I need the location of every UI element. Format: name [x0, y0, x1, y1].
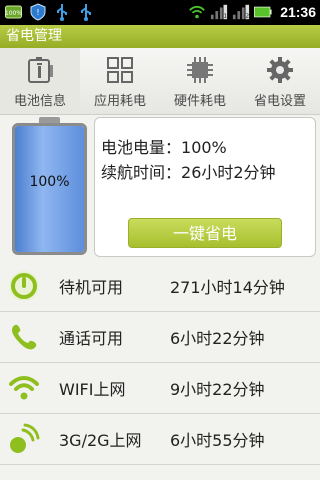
- status-bar: 100% ! 1 2 21:36: [0, 0, 320, 25]
- battery-level-value: 100%: [181, 138, 227, 157]
- item-label: WIFI上网: [59, 380, 126, 399]
- svg-text:1: 1: [224, 13, 227, 19]
- item-value: 6小时55分钟: [170, 431, 265, 450]
- tab-label: 硬件耗电: [173, 94, 226, 109]
- tab-app-usage[interactable]: 应用耗电: [80, 48, 160, 114]
- battery-percent: 100%: [29, 174, 70, 190]
- usb-icon: [77, 3, 95, 21]
- battery-level-label: 电池电量：: [101, 138, 182, 157]
- apps-grid-icon: [104, 54, 136, 86]
- signal-2-icon: 2: [232, 3, 250, 21]
- battery-info-icon: [24, 54, 56, 86]
- status-right-icons: 1 2 21:36: [188, 3, 316, 21]
- tab-battery-info[interactable]: 电池信息: [0, 48, 80, 114]
- item-label: 通话可用: [59, 329, 124, 348]
- usb-icon: [53, 3, 71, 21]
- phone-icon: [6, 319, 42, 355]
- battery-icon: [254, 3, 272, 21]
- item-label: 待机可用: [59, 278, 124, 297]
- status-left-icons: 100% !: [5, 3, 95, 21]
- list-item-mobile-data: 3G/2G上网 6小时55分钟: [0, 414, 320, 465]
- item-value: 6小时22分钟: [170, 329, 265, 348]
- item-value: 271小时14分钟: [170, 278, 285, 297]
- tab-label: 应用耗电: [93, 94, 146, 109]
- battery-level-row: 电池电量：100%: [101, 134, 227, 158]
- battery-body: 100%: [12, 123, 87, 255]
- battery-info-card: 电池电量：100% 续航时间：26小时2分钟 一键省电: [94, 117, 316, 257]
- item-label: 3G/2G上网: [59, 431, 142, 450]
- wifi-icon: [6, 370, 42, 406]
- status-time: 21:36: [280, 4, 316, 20]
- battery-time-label: 续航时间：: [101, 163, 182, 182]
- list-item-call: 通话可用 6小时22分钟: [0, 312, 320, 363]
- battery-time-row: 续航时间：26小时2分钟: [101, 159, 276, 183]
- svg-text:2: 2: [246, 13, 249, 19]
- tab-power-settings[interactable]: 省电设置: [240, 48, 320, 114]
- gear-icon: [264, 54, 296, 86]
- tab-hardware-usage[interactable]: 硬件耗电: [160, 48, 240, 114]
- app-title: 省电管理: [0, 25, 320, 48]
- tab-label: 省电设置: [253, 94, 306, 109]
- tab-label: 电池信息: [13, 94, 66, 109]
- battery-graphic: 100%: [9, 117, 90, 257]
- one-key-save-button[interactable]: 一键省电: [128, 218, 282, 248]
- list-item-wifi: WIFI上网 9小时22分钟: [0, 363, 320, 414]
- wifi-icon: [188, 3, 206, 21]
- power-standby-icon: [6, 268, 42, 304]
- shield-icon: !: [29, 3, 47, 21]
- usage-list: 待机可用 271小时14分钟 通话可用 6小时22分钟 WIFI上网 9小时22…: [0, 261, 320, 465]
- item-value: 9小时22分钟: [170, 380, 265, 399]
- signal-1-icon: 1: [210, 3, 228, 21]
- list-item-standby: 待机可用 271小时14分钟: [0, 261, 320, 312]
- mobile-data-icon: [6, 421, 42, 457]
- chip-icon: [184, 54, 216, 86]
- svg-text:100%: 100%: [5, 10, 22, 17]
- svg-text:!: !: [36, 8, 39, 17]
- battery-small-icon: 100%: [5, 3, 23, 21]
- battery-time-value: 26小时2分钟: [181, 163, 276, 182]
- tab-bar: 电池信息 应用耗电 硬件耗电 省电设置: [0, 48, 320, 115]
